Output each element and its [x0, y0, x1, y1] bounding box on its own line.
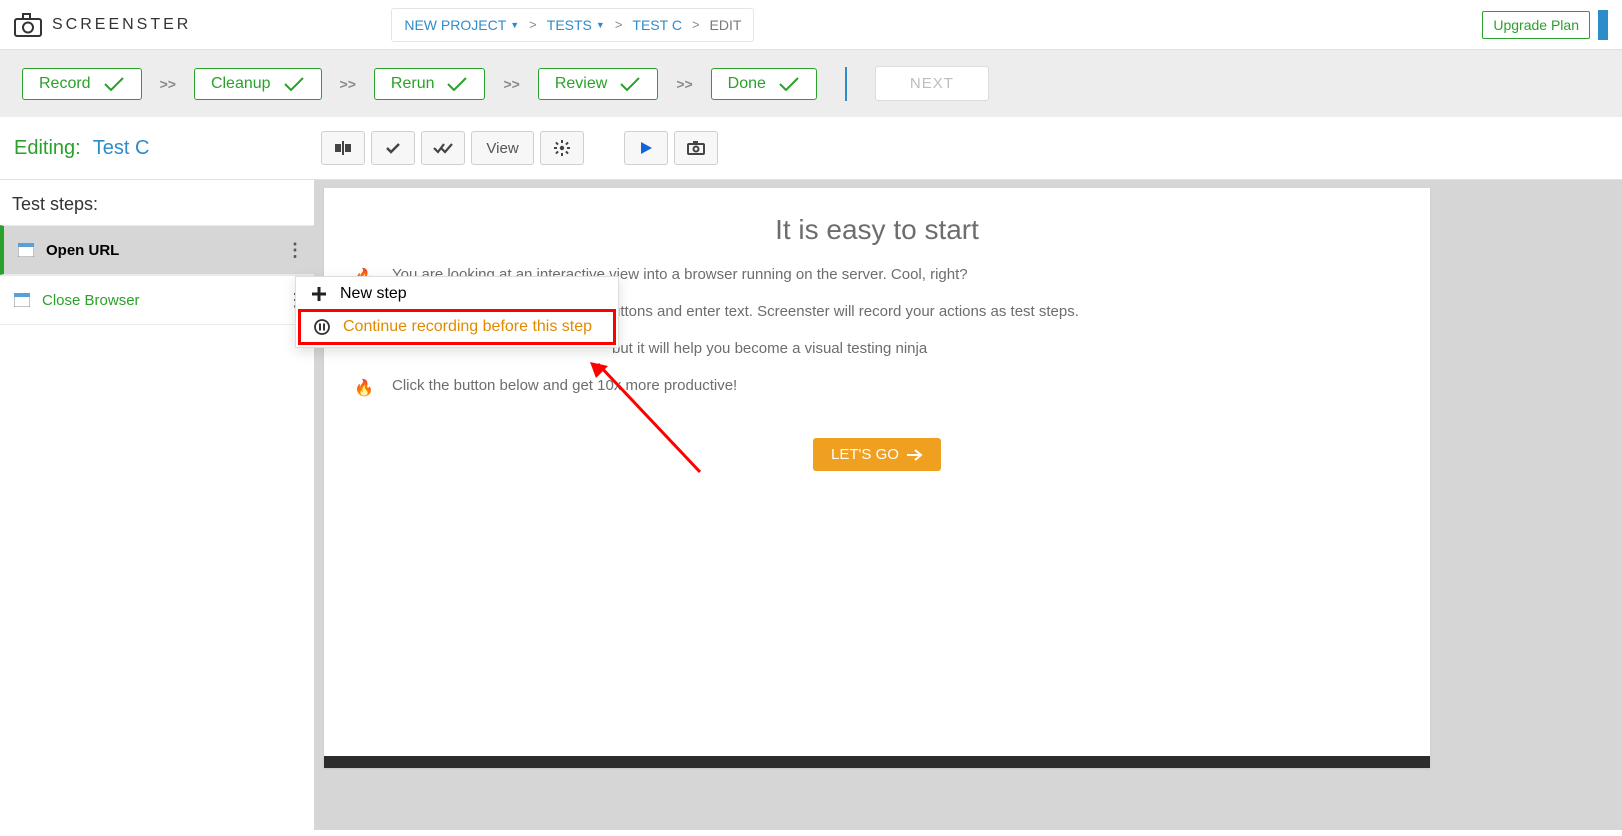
breadcrumb-test[interactable]: TEST C: [632, 17, 682, 33]
check-icon: [446, 77, 468, 91]
step-context-menu: New step Continue recording before this …: [295, 276, 619, 348]
gear-icon: [554, 140, 570, 156]
ctx-label: New step: [340, 285, 407, 303]
breadcrumb-tests[interactable]: TESTS▼: [547, 17, 605, 33]
view-button[interactable]: View: [471, 131, 533, 165]
ctx-new-step[interactable]: New step: [296, 277, 618, 311]
editing-test-name[interactable]: Test C: [93, 137, 150, 160]
lets-go-button[interactable]: LET'S GO: [813, 438, 941, 471]
approve-tool-button[interactable]: [371, 131, 415, 165]
arrow-right-icon: [907, 449, 923, 461]
camera-logo-icon: [14, 13, 42, 37]
plus-icon: [310, 287, 328, 301]
breadcrumb-current: EDIT: [710, 17, 742, 33]
test-steps-header: Test steps:: [0, 180, 314, 225]
upgrade-plan-button[interactable]: Upgrade Plan: [1482, 11, 1590, 39]
breadcrumb-project[interactable]: NEW PROJECT▼: [404, 17, 519, 33]
workflow-step-review[interactable]: Review: [538, 68, 658, 100]
card-footer-band: [324, 756, 1430, 768]
check-icon: [619, 77, 641, 91]
editing-label: Editing:: [14, 137, 81, 160]
breadcrumb-sep: >: [692, 17, 700, 32]
screenshot-button[interactable]: [674, 131, 718, 165]
workflow-step-cleanup[interactable]: Cleanup: [194, 68, 322, 100]
approve-all-tool-button[interactable]: [421, 131, 465, 165]
fire-icon: 🔥: [354, 377, 372, 398]
bullet-text: uttons and enter text. Screenster will r…: [612, 303, 1079, 320]
check-icon: [283, 77, 305, 91]
workflow-step-record[interactable]: Record: [22, 68, 142, 100]
brand-text: SCREENSTER: [52, 16, 191, 34]
ctx-label: Continue recording before this step: [343, 318, 592, 336]
camera-icon: [687, 141, 705, 155]
window-icon: [14, 293, 30, 307]
align-icon: [335, 141, 351, 155]
workflow-bar: Record >> Cleanup >> Rerun >> Review >> …: [0, 50, 1622, 117]
window-icon: [18, 243, 34, 257]
main-area: Test steps: Open URL ⋮ Close Browser ⋮ N…: [0, 180, 1622, 830]
breadcrumb-sep: >: [529, 17, 537, 32]
double-check-icon: [433, 142, 453, 154]
check-icon: [385, 142, 401, 154]
chevron-right-icon: >>: [160, 76, 176, 92]
workflow-step-done[interactable]: Done: [711, 68, 817, 100]
step-label: Close Browser: [42, 292, 286, 309]
caret-down-icon: ▼: [510, 20, 519, 30]
align-tool-button[interactable]: [321, 131, 365, 165]
ctx-continue-recording[interactable]: Continue recording before this step: [301, 312, 613, 342]
workflow-step-rerun[interactable]: Rerun: [374, 68, 486, 100]
intro-card: It is easy to start 🔥You are looking at …: [324, 188, 1430, 768]
annotation-highlight: Continue recording before this step: [298, 309, 616, 345]
breadcrumb-sep: >: [615, 17, 623, 32]
check-icon: [103, 77, 125, 91]
caret-down-icon: ▼: [596, 20, 605, 30]
breadcrumb: NEW PROJECT▼ > TESTS▼ > TEST C > EDIT: [391, 8, 754, 42]
app-header: SCREENSTER NEW PROJECT▼ > TESTS▼ > TEST …: [0, 0, 1622, 50]
step-label: Open URL: [46, 242, 286, 259]
test-step-close-browser[interactable]: Close Browser ⋮ New step Continue record…: [0, 275, 314, 325]
sidebar: Test steps: Open URL ⋮ Close Browser ⋮ N…: [0, 180, 314, 830]
settings-button[interactable]: [540, 131, 584, 165]
chevron-right-icon: >>: [503, 76, 519, 92]
workflow-divider: [845, 67, 847, 101]
chevron-right-icon: >>: [340, 76, 356, 92]
card-title: It is easy to start: [354, 214, 1400, 246]
play-button[interactable]: [624, 131, 668, 165]
brand: SCREENSTER: [14, 13, 191, 37]
account-stub[interactable]: [1598, 10, 1608, 40]
bullet-text: Click the button below and get 10x more …: [392, 377, 737, 394]
chevron-right-icon: >>: [676, 76, 692, 92]
pause-circle-icon: [313, 319, 331, 335]
test-step-open-url[interactable]: Open URL ⋮: [0, 225, 314, 275]
bullet-row: 🔥 Click the button below and get 10x more…: [354, 377, 1400, 398]
workflow-next-button[interactable]: NEXT: [875, 66, 989, 101]
bullet-text: but it will help you become a visual tes…: [612, 340, 927, 357]
play-icon: [639, 141, 653, 155]
check-icon: [778, 77, 800, 91]
more-vert-icon[interactable]: ⋮: [286, 240, 300, 261]
editing-row: Editing: Test C View: [0, 117, 1622, 180]
